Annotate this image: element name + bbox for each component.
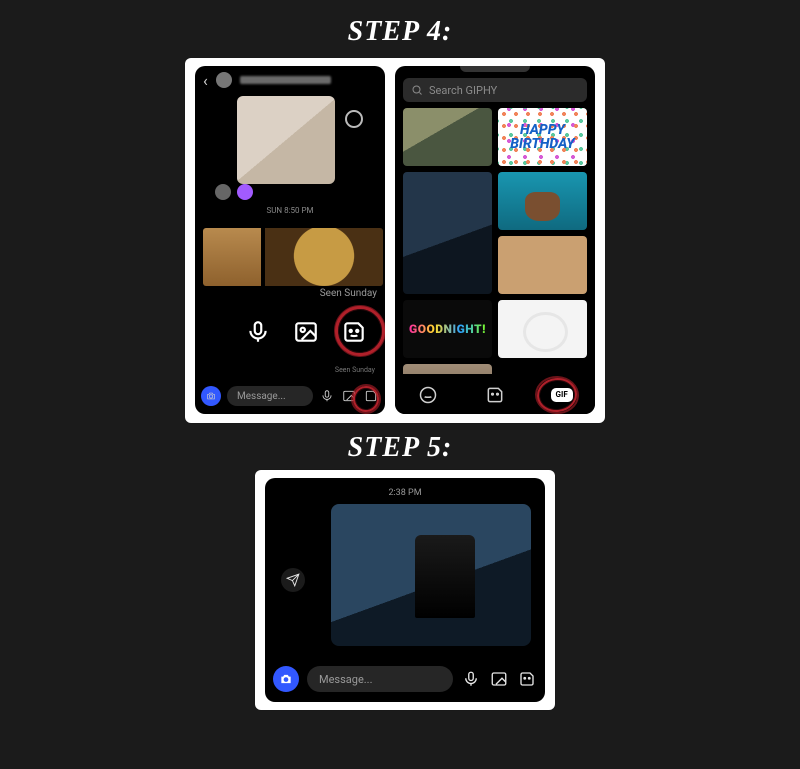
- goodnight-text: GOODNIGHT!: [409, 322, 486, 336]
- mic-icon-small[interactable]: [319, 388, 335, 404]
- conversation-phone: ‹ SUN 8:50 PM Seen Sunday: [195, 66, 385, 414]
- gif-tile[interactable]: [403, 172, 492, 294]
- gif-pill-label: GIF: [551, 388, 573, 402]
- message-input[interactable]: Message...: [227, 386, 313, 406]
- chat-timestamp: SUN 8:50 PM: [195, 206, 385, 215]
- gif-tile-birthday[interactable]: HAPPY BIRTHDAY: [498, 108, 587, 166]
- back-icon[interactable]: ‹: [203, 71, 208, 90]
- gif-tile[interactable]: [498, 236, 587, 294]
- gallery-icon-small[interactable]: [341, 388, 357, 404]
- step4-card: ‹ SUN 8:50 PM Seen Sunday: [185, 58, 605, 423]
- tab-recent-icon[interactable]: [415, 382, 441, 408]
- gif-message[interactable]: [331, 504, 531, 646]
- gif-tile[interactable]: [498, 300, 587, 358]
- tab-sticker-icon[interactable]: [482, 382, 508, 408]
- birthday-text: HAPPY BIRTHDAY: [498, 108, 587, 166]
- mic-icon[interactable]: [461, 669, 481, 689]
- video-icon[interactable]: [361, 71, 377, 90]
- photo-message[interactable]: [237, 96, 335, 184]
- reaction-heart-icon[interactable]: [237, 184, 253, 200]
- search-placeholder: Search GIPHY: [429, 84, 497, 97]
- action-row: [195, 308, 385, 356]
- step5-phone: 2:38 PM Message...: [265, 478, 545, 702]
- gif-picker-phone: Search GIPHY HAPPY BIRTHDAY GOODNIGHT!: [395, 66, 595, 414]
- gif-grid: HAPPY BIRTHDAY GOODNIGHT!: [403, 108, 587, 374]
- gallery-icon[interactable]: [489, 669, 509, 689]
- sticker-icon[interactable]: [517, 669, 537, 689]
- gif-tile-goodnight[interactable]: GOODNIGHT!: [403, 300, 492, 358]
- tab-gif[interactable]: GIF: [549, 382, 575, 408]
- reply-icon[interactable]: [345, 110, 363, 128]
- step4-heading: STEP 4:: [0, 16, 800, 48]
- chat-timestamp: 2:38 PM: [265, 488, 545, 498]
- photo-message-2[interactable]: [203, 228, 383, 286]
- step5-heading: STEP 5:: [0, 432, 800, 464]
- gif-tile[interactable]: [403, 108, 492, 166]
- composer: Message...: [273, 664, 537, 694]
- share-icon[interactable]: [281, 568, 305, 592]
- camera-icon[interactable]: [273, 666, 299, 692]
- camera-icon[interactable]: [201, 386, 221, 406]
- mini-composer: Message...: [201, 384, 379, 408]
- sender-avatar: [215, 184, 231, 200]
- seen-label: Seen Sunday: [320, 288, 377, 299]
- search-input[interactable]: Search GIPHY: [403, 78, 587, 102]
- sticker-icon-small[interactable]: [363, 388, 379, 404]
- call-icon[interactable]: [339, 71, 353, 90]
- avatar[interactable]: [216, 72, 232, 88]
- gallery-icon[interactable]: [291, 317, 321, 347]
- sticker-icon[interactable]: [339, 317, 369, 347]
- phone-notch: [460, 66, 530, 72]
- chat-header: ‹: [195, 66, 385, 94]
- gif-tile[interactable]: [498, 172, 587, 230]
- gif-tile[interactable]: [403, 364, 492, 374]
- picker-tabs: GIF: [395, 376, 595, 414]
- mic-icon[interactable]: [243, 317, 273, 347]
- contact-name-blurred: [240, 76, 331, 84]
- message-input[interactable]: Message...: [307, 666, 453, 692]
- mini-seen-label: Seen Sunday: [335, 366, 375, 374]
- step5-card: 2:38 PM Message...: [255, 470, 555, 710]
